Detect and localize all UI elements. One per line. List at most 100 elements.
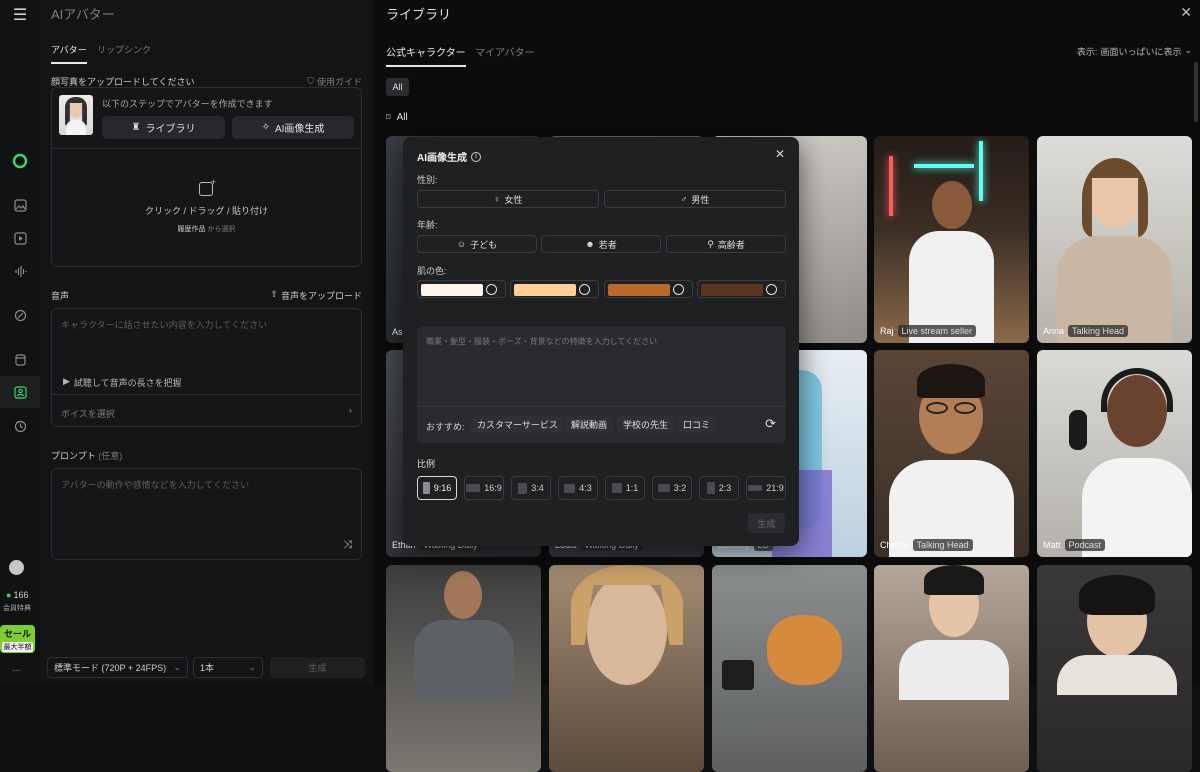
avatar-card[interactable]: Arina Talking Head	[1037, 136, 1192, 343]
suggestion-chip[interactable]: カスタマーサービス	[471, 416, 564, 433]
chevron-right-icon[interactable]: ›	[349, 405, 352, 415]
edit-icon[interactable]	[8, 303, 32, 327]
ratio-3-2[interactable]: 3:2	[652, 476, 692, 500]
script-input[interactable]: キャラクターに話させたい内容を入力してください	[61, 318, 267, 331]
ratio-3-4[interactable]: 3:4	[511, 476, 551, 500]
radio-icon	[673, 284, 684, 295]
left-panel: AIアバター アバター リップシンク 顔写真をアップロードしてください ⛉ 使用ガ…	[40, 0, 374, 685]
ratio-icon	[422, 482, 430, 494]
menu-icon[interactable]: ☰	[8, 3, 32, 27]
ratio-16-9[interactable]: 16:9	[464, 476, 504, 500]
suggestion-chip[interactable]: 解説動画	[565, 416, 614, 433]
ratio-icon	[564, 483, 576, 493]
more-icon[interactable]: ...	[12, 663, 20, 674]
library-button[interactable]: ♜ ライブラリ	[102, 116, 225, 139]
description-input[interactable]: 職業・髪型・服装・ポーズ・背景などの特徴を入力してください	[426, 336, 657, 347]
avatar-card[interactable]	[712, 565, 867, 772]
ratio-icon	[706, 482, 715, 494]
audio-heading: 音声	[51, 291, 70, 301]
library-title: ライブラリ	[386, 7, 452, 22]
prompt-input[interactable]: アバターの動作や感情などを入力してください	[61, 478, 249, 491]
skin-label: 肌の色:	[417, 266, 447, 276]
modal-generate-button[interactable]: 生成	[748, 513, 785, 533]
ratio-4-3[interactable]: 4:3	[558, 476, 598, 500]
gender-male[interactable]: ♂ 男性	[604, 190, 786, 208]
age-young[interactable]: ☻ 若者	[541, 235, 661, 253]
audio-icon[interactable]	[8, 259, 32, 283]
child-icon: ☺	[456, 239, 467, 249]
chevron-down-icon: ⌄	[1184, 45, 1192, 55]
tab-avatar[interactable]: アバター	[51, 43, 87, 64]
section-all: ⌑ All	[386, 112, 408, 123]
filter-all-chip[interactable]: All	[386, 78, 409, 96]
history-icon[interactable]	[8, 414, 32, 438]
close-icon[interactable]: ✕	[1180, 4, 1192, 21]
drop-text[interactable]: クリック / ドラッグ / 貼り付け	[52, 204, 361, 217]
library-icon: ♜	[131, 122, 141, 133]
avatar-card[interactable]: Charlie Talking Head	[874, 350, 1029, 557]
mode-select[interactable]: 標準モード (720P + 24FPS) ⌄	[47, 657, 188, 678]
ratio-icon	[518, 482, 528, 494]
ratio-icon	[611, 483, 622, 493]
age-child[interactable]: ☺ 子ども	[417, 235, 537, 253]
tab-official[interactable]: 公式キャラクター	[386, 44, 466, 67]
ratio-icon	[748, 485, 763, 491]
info-icon[interactable]: i	[471, 151, 481, 162]
ai-image-button[interactable]: ✧ AI画像生成	[232, 116, 354, 139]
count-select[interactable]: 1本 ⌄	[193, 657, 263, 678]
avatar-card[interactable]	[386, 565, 541, 772]
avatar-card[interactable]	[549, 565, 704, 772]
avatar-icon[interactable]	[0, 376, 40, 408]
prompt-heading: プロンプト (任意)	[51, 451, 123, 461]
divider	[52, 394, 361, 395]
history-select[interactable]: 履歴作品 から選択	[52, 224, 361, 234]
audio-upload-button[interactable]: ⇧ 音声をアップロード	[270, 289, 362, 302]
ratio-21-9[interactable]: 21:9	[746, 476, 786, 500]
ratio-1-1[interactable]: 1:1	[605, 476, 645, 500]
skin-swatch-4[interactable]	[697, 280, 786, 298]
tab-my-avatar[interactable]: マイアバター	[475, 44, 535, 59]
refresh-icon[interactable]: ⟳	[765, 416, 776, 432]
skin-swatch-3[interactable]	[604, 280, 693, 298]
avatar-card[interactable]: Matt Podcast	[1037, 350, 1192, 557]
chevron-down-icon: ⌄	[248, 662, 256, 672]
age-senior[interactable]: ⚲ 高齢者	[666, 235, 786, 253]
avatar-card[interactable]	[1037, 565, 1192, 772]
play-icon: ▶	[63, 376, 70, 386]
ai-image-modal: AI画像生成 i ✕ 性別: ♀ 女性 ♂ 男性 年齢: ☺ 子ども ☻ 若者 ⚲ 高齢者 …	[403, 137, 799, 546]
user-avatar[interactable]	[9, 560, 24, 575]
add-image-icon[interactable]: +	[199, 177, 216, 196]
drop-icon: ●	[6, 590, 12, 600]
generate-button[interactable]: 生成	[270, 657, 365, 678]
avatar-card[interactable]	[874, 565, 1029, 772]
video-icon[interactable]	[8, 226, 32, 250]
suggestion-chip[interactable]: 口コミ	[677, 416, 717, 433]
upload-icon: ⇧	[270, 289, 278, 299]
gender-female[interactable]: ♀ 女性	[417, 190, 599, 208]
close-icon[interactable]: ✕	[775, 147, 785, 161]
trial-listen[interactable]: ▶ 試聴して音声の長さを把握	[63, 376, 182, 389]
sale-badge[interactable]: セール 最大半額	[0, 625, 35, 653]
ratio-2-3[interactable]: 2:3	[699, 476, 739, 500]
skin-swatch-1[interactable]	[417, 280, 506, 298]
tab-lipsync[interactable]: リップシンク	[97, 43, 151, 56]
image-icon[interactable]	[8, 193, 32, 217]
package-icon[interactable]	[8, 347, 32, 371]
scrollbar[interactable]	[1194, 62, 1198, 122]
voice-select[interactable]: ボイスを選択	[61, 407, 115, 420]
book-icon: ⛉	[307, 76, 314, 86]
shuffle-icon[interactable]: ⤨	[343, 539, 352, 552]
member-benefits[interactable]: 会員特典	[3, 603, 31, 613]
prompt-box: アバターの動作や感情などを入力してください ⤨	[51, 468, 362, 560]
avatar-card[interactable]: Raj Live stream seller	[874, 136, 1029, 343]
side-rail: ☰ ● 166 会員特典 セール 最大半額 ...	[0, 0, 40, 685]
divider	[417, 406, 786, 407]
steps-text: 以下のステップでアバターを作成できます	[102, 99, 273, 109]
ratio-9-16[interactable]: 9:16	[417, 476, 457, 500]
display-select[interactable]: 表示: 画面いっぱいに表示 ⌄	[1077, 45, 1192, 58]
logo-icon[interactable]	[8, 149, 32, 173]
skin-swatch-2[interactable]	[510, 280, 599, 298]
modal-title: AI画像生成 i	[417, 149, 481, 164]
young-icon: ☻	[585, 239, 595, 249]
suggestion-chip[interactable]: 学校の先生	[617, 416, 675, 433]
